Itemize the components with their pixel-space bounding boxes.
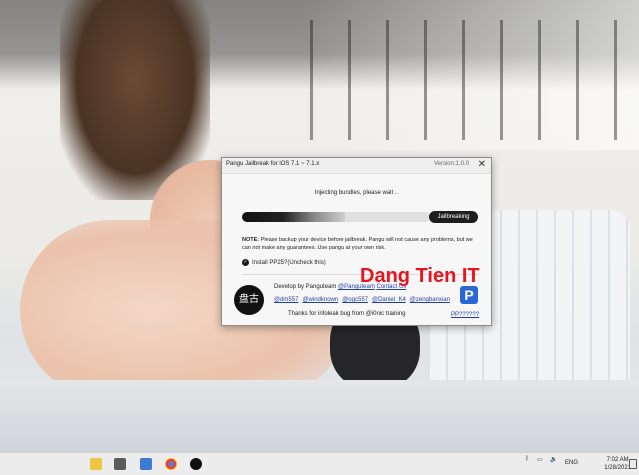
note-block: NOTE: Please backup your device before j… (242, 236, 478, 252)
team-link[interactable]: @dm557 (274, 297, 298, 303)
status-text: Injecting bundles, please wait .. (314, 190, 399, 196)
team-link[interactable]: @windknown (302, 297, 338, 303)
volume-icon[interactable]: 🔈 (550, 456, 557, 463)
mail-icon[interactable] (114, 458, 126, 470)
pangu-dialog: Pangu Jailbreak for iOS 7.1 ~ 7.1.x Vers… (221, 157, 492, 326)
checkmark-icon[interactable]: ✓ (242, 259, 249, 266)
team-link[interactable]: @ogc557 (342, 297, 368, 303)
chrome-icon[interactable] (165, 458, 177, 470)
network-icon[interactable]: ▭ (537, 456, 543, 463)
wallpaper-bed-frame (310, 20, 630, 140)
pp-link[interactable]: PP?????? (451, 312, 479, 318)
pangu-taskbar-icon[interactable] (190, 458, 202, 470)
note-text: Please backup your device before jailbre… (242, 237, 473, 251)
watermark-text: Dang Tien IT (360, 265, 480, 287)
team-link[interactable]: @Daniel_K4 (372, 297, 406, 303)
pp-assistant-icon[interactable]: P (460, 286, 478, 304)
close-icon[interactable]: ✕ (478, 159, 486, 171)
version-label: Version:1.0.0 (433, 161, 469, 167)
team-links: @dm557 @windknown @ogc557 @Daniel_K4 @ze… (274, 297, 450, 303)
progress-fill (242, 212, 346, 222)
install-pp-label: Install PP25?(Uncheck this) (252, 259, 326, 266)
pangu-logo: 盘古 (234, 285, 264, 315)
bluetooth-icon[interactable]: ᛒ (525, 456, 529, 462)
taskbar: ᛒ ▭ 🔈 ENG 7:02 AM 1/28/2021 (0, 452, 639, 475)
file-explorer-icon[interactable] (90, 458, 102, 470)
wallpaper-bed (0, 380, 639, 452)
clock[interactable]: 7:02 AM 1/28/2021 (604, 456, 631, 472)
clock-date: 1/28/2021 (604, 465, 631, 471)
language-indicator[interactable]: ENG (565, 460, 578, 466)
team-link[interactable]: @zengbanxian (410, 297, 450, 303)
jailbreak-button[interactable]: Jailbreaking (429, 211, 478, 223)
note-label: NOTE: (242, 237, 260, 243)
clock-time: 7:02 AM (606, 457, 629, 463)
notification-icon[interactable] (629, 459, 637, 469)
progress-bar (242, 212, 430, 222)
install-pp-checkbox[interactable]: ✓ Install PP25?(Uncheck this) (242, 259, 326, 266)
develop-by-text: Develop by Panguteam (274, 284, 337, 290)
thanks-text: Thanks for infoleak bug from @i0nic trai… (288, 311, 406, 317)
dialog-titlebar[interactable]: Pangu Jailbreak for iOS 7.1 ~ 7.1.x Vers… (222, 158, 491, 174)
dialog-title: Pangu Jailbreak for iOS 7.1 ~ 7.1.x (226, 161, 320, 167)
browser-icon[interactable] (140, 458, 152, 470)
